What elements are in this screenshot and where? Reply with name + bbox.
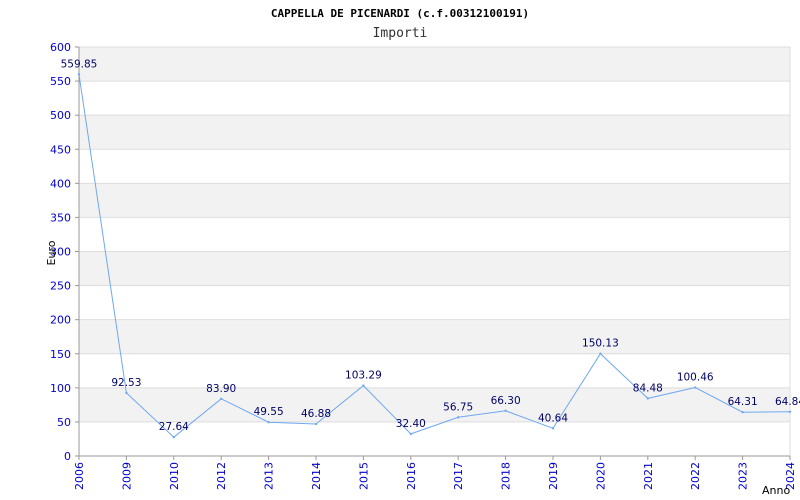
data-label: 56.75 — [443, 401, 473, 413]
y-tick-label: 550 — [50, 75, 71, 88]
data-point — [267, 421, 270, 424]
data-point — [172, 435, 175, 439]
data-point — [504, 409, 507, 413]
grid-band — [79, 319, 790, 354]
data-point — [362, 384, 365, 387]
x-tick-label: 2015 — [357, 462, 370, 490]
y-tick-label: 150 — [50, 348, 71, 361]
data-label: 32.40 — [396, 418, 426, 430]
x-tick-label: 2023 — [737, 462, 750, 490]
x-tick-label: 2006 — [73, 462, 86, 490]
data-label: 40.64 — [538, 412, 568, 424]
grid-band — [79, 251, 790, 286]
data-label: 103.29 — [345, 370, 382, 382]
data-label: 49.55 — [254, 406, 284, 418]
data-label: 46.88 — [301, 408, 331, 420]
grid-band — [79, 183, 790, 218]
data-point — [694, 386, 697, 389]
grid-bands — [79, 47, 790, 422]
data-label: 27.64 — [159, 421, 189, 433]
x-tick-label: 2017 — [452, 462, 465, 490]
x-axis-ticks: 2006 2009 2010 2012 2013 2014 2015 2016 2017 2018… — [73, 456, 797, 490]
x-tick-label: 2010 — [168, 462, 181, 490]
data-label: 66.30 — [491, 395, 521, 407]
x-tick-label: 2021 — [642, 462, 655, 490]
x-tick-label: 2012 — [215, 462, 228, 490]
x-tick-label: 2020 — [594, 462, 607, 490]
x-tick-label: 2018 — [500, 462, 513, 490]
data-label: 83.90 — [206, 383, 236, 395]
data-point — [551, 427, 555, 430]
y-tick-label: 450 — [50, 143, 71, 156]
data-label: 64.84 — [775, 396, 800, 408]
data-label: 559.85 — [61, 58, 98, 70]
y-axis-title: Euro — [45, 240, 58, 265]
data-point — [125, 391, 128, 395]
y-tick-label: 400 — [50, 177, 71, 190]
data-point — [741, 410, 744, 414]
x-tick-label: 2009 — [120, 462, 133, 490]
x-tick-label: 2014 — [310, 462, 323, 490]
y-tick-label: 250 — [50, 280, 71, 293]
data-label: 100.46 — [677, 372, 714, 384]
y-tick-label: 500 — [50, 109, 71, 122]
data-point — [314, 422, 318, 426]
data-label: 84.48 — [633, 382, 663, 394]
x-tick-label: 2016 — [405, 462, 418, 490]
data-label: 150.13 — [582, 338, 619, 350]
data-point — [220, 397, 223, 401]
chart-title: CAPPELLA DE PICENARDI (c.f.00312100191) — [271, 7, 529, 20]
x-axis-title: Anno — [762, 484, 790, 497]
chart-subtitle: Importi — [373, 26, 428, 41]
x-tick-label: 2019 — [547, 462, 560, 490]
data-label: 92.53 — [111, 377, 141, 389]
data-point — [599, 352, 602, 355]
data-point — [77, 73, 81, 76]
data-label: 64.31 — [728, 396, 758, 408]
grid-band — [79, 47, 790, 82]
data-point — [646, 397, 649, 400]
data-point — [457, 416, 460, 419]
x-tick-label: 2022 — [689, 462, 702, 490]
grid-band — [79, 115, 790, 150]
grid-band — [79, 387, 790, 422]
x-tick-label: 2013 — [263, 462, 276, 490]
y-tick-label: 200 — [50, 314, 71, 327]
line-chart: CAPPELLA DE PICENARDI (c.f.00312100191) … — [45, 7, 800, 497]
data-point — [409, 432, 412, 436]
y-tick-label: 100 — [50, 382, 71, 395]
data-point — [788, 410, 792, 414]
y-tick-label: 600 — [50, 41, 71, 54]
y-tick-label: 0 — [64, 450, 71, 463]
y-tick-label: 50 — [57, 416, 71, 429]
data-labels: 559.85 92.53 27.64 83.90 49.55 46.88 103.29 32.… — [61, 58, 800, 433]
y-tick-label: 350 — [50, 211, 71, 224]
